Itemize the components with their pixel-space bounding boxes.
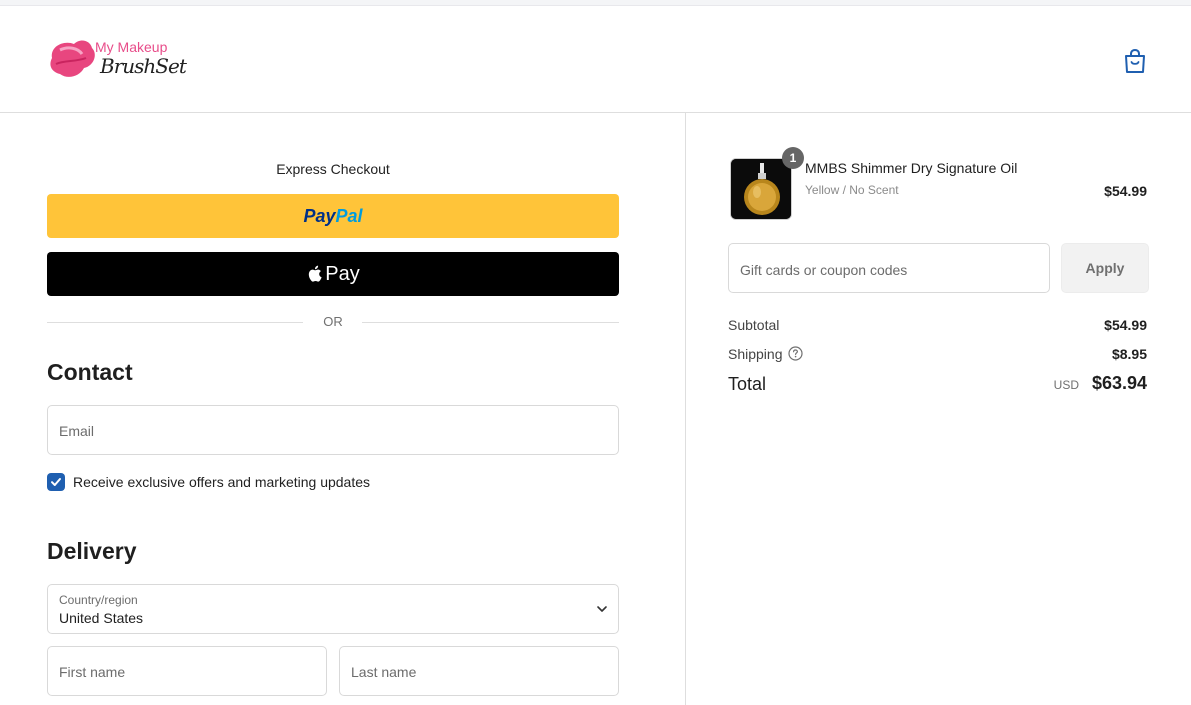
product-image (730, 158, 792, 220)
product-variant: Yellow / No Scent (805, 183, 899, 197)
paypal-label-pay: Pay (303, 205, 336, 226)
or-label: OR (323, 314, 343, 329)
apply-coupon-button[interactable]: Apply (1061, 243, 1149, 293)
first-name-field[interactable]: First name (47, 646, 327, 696)
chevron-down-icon (597, 606, 607, 612)
paypal-button[interactable]: Pay Pal (47, 194, 619, 238)
store-logo[interactable]: My Makeup BrushSet (46, 34, 187, 84)
oil-bottle-image (731, 159, 791, 219)
checkout-form: Express Checkout Pay Pal Pay OR Contact E… (0, 113, 685, 705)
total-currency: USD (1053, 378, 1079, 392)
order-summary: 1 MMBS Shimmer Dry Signature Oil Yellow … (686, 113, 1191, 705)
express-checkout-title: Express Checkout (276, 161, 390, 177)
shipping-label: Shipping (728, 346, 783, 362)
contact-heading: Contact (47, 359, 133, 385)
last-name-placeholder: Last name (351, 664, 417, 680)
quantity-badge: 1 (782, 147, 804, 169)
apple-pay-button[interactable]: Pay (47, 252, 619, 296)
checkmark-icon (51, 478, 61, 486)
email-field[interactable]: Email (47, 405, 619, 455)
brush-stroke-logo-icon (50, 40, 95, 77)
logo-text-script: BrushSet (100, 54, 187, 78)
apple-icon (309, 265, 322, 282)
total-value: $63.94 (1091, 373, 1147, 393)
coupon-input[interactable]: Gift cards or coupon codes (728, 243, 1050, 293)
coupon-placeholder: Gift cards or coupon codes (740, 262, 908, 278)
country-select[interactable]: Country/region United States (47, 584, 619, 634)
logo-text-top: My Makeup (95, 39, 168, 55)
email-placeholder: Email (59, 423, 95, 439)
last-name-field[interactable]: Last name (339, 646, 619, 696)
total-label: Total (728, 374, 767, 394)
country-value: United States (59, 610, 144, 626)
first-name-placeholder: First name (59, 664, 126, 680)
product-name: MMBS Shimmer Dry Signature Oil (805, 160, 1018, 176)
marketing-checkbox[interactable] (47, 473, 65, 491)
country-label: Country/region (59, 593, 138, 607)
or-divider: OR (47, 314, 619, 330)
subtotal-label: Subtotal (728, 317, 780, 333)
delivery-heading: Delivery (47, 538, 137, 564)
marketing-checkbox-label[interactable]: Receive exclusive offers and marketing u… (73, 474, 370, 490)
shipping-value: $8.95 (1111, 346, 1147, 362)
shopping-bag-icon[interactable] (1123, 48, 1147, 74)
subtotal-value: $54.99 (1104, 317, 1147, 333)
apple-pay-label: Pay (325, 262, 360, 285)
header: My Makeup BrushSet (0, 6, 1191, 113)
help-circle-icon[interactable] (788, 346, 803, 361)
paypal-label-pal: Pal (335, 205, 363, 226)
product-price: $54.99 (1104, 183, 1147, 199)
